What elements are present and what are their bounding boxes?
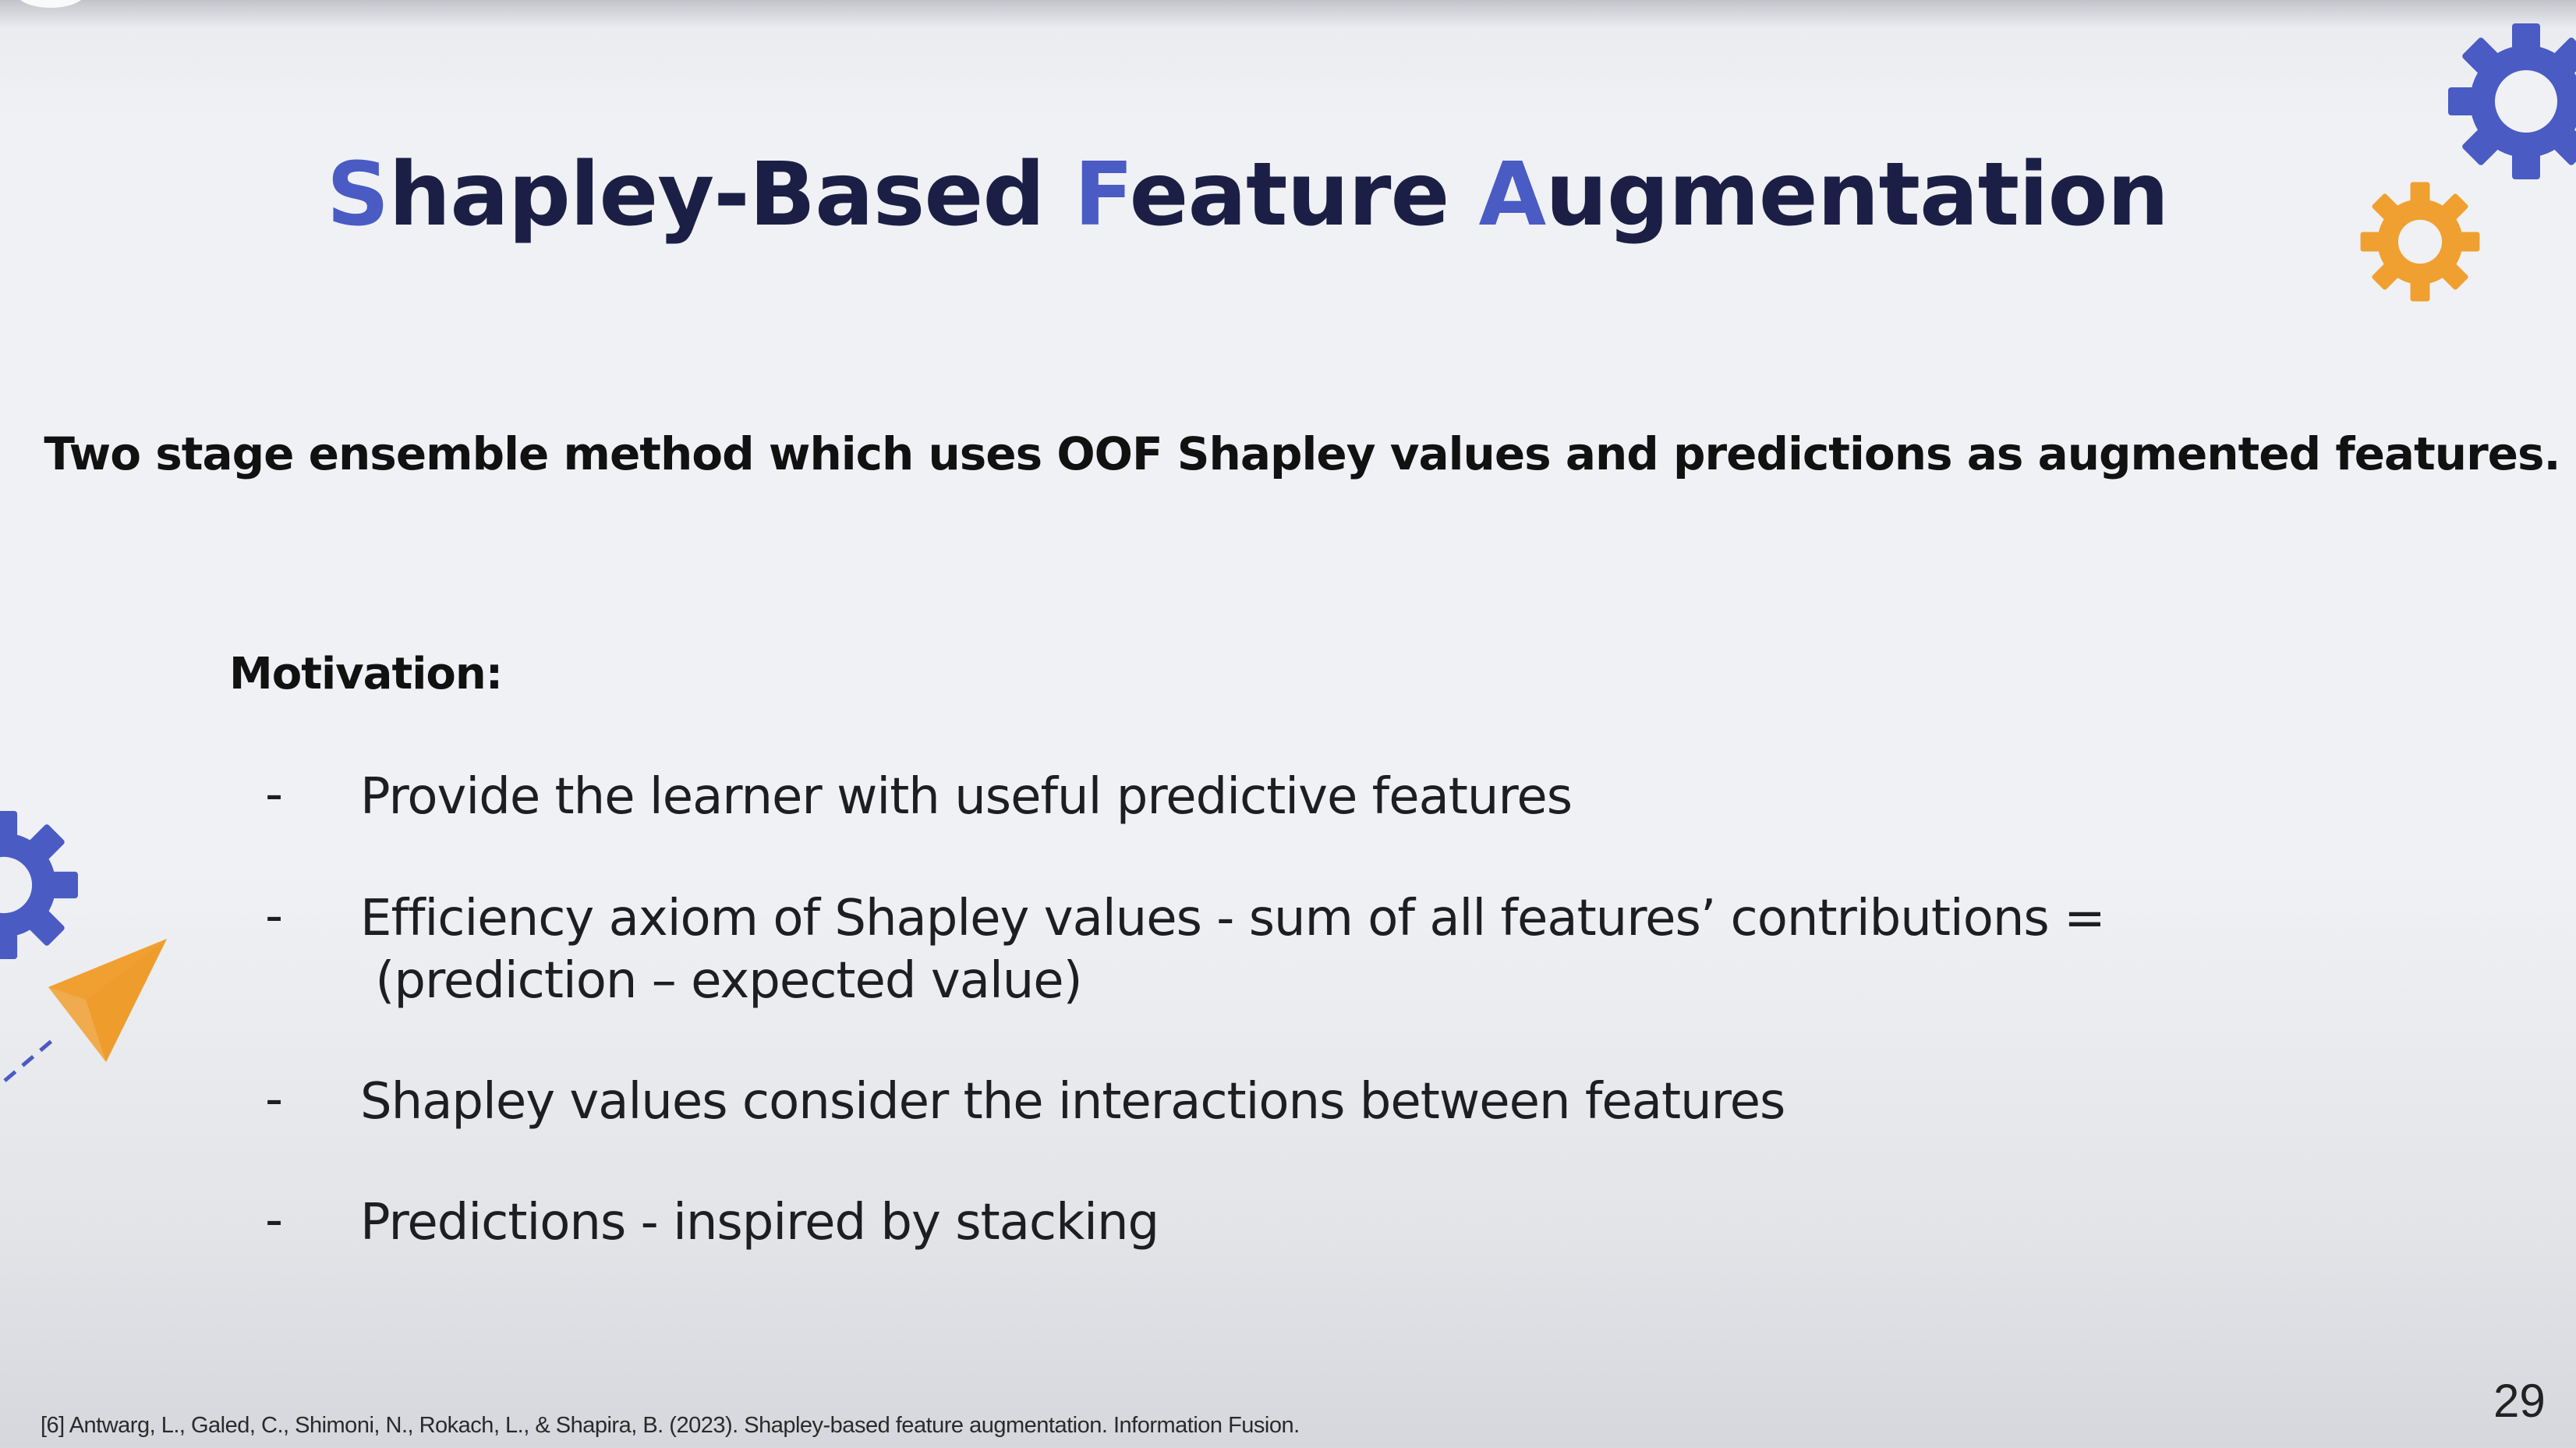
motivation-heading: Motivation: bbox=[229, 649, 503, 699]
title-part: eature bbox=[1129, 144, 1479, 246]
page-number: 29 bbox=[2493, 1375, 2546, 1427]
title-part: A bbox=[1478, 144, 1546, 246]
slide-title: Shapley-Based Feature Augmentation bbox=[0, 144, 2495, 246]
gear-icon bbox=[2448, 23, 2576, 179]
citation-footnote: [6] Antwarg, L., Galed, C., Shimoni, N.,… bbox=[41, 1413, 1300, 1438]
bullet-text-continuation: (prediction – expected value) bbox=[360, 952, 1082, 1010]
title-part: hapley-Based bbox=[388, 144, 1074, 246]
paper-plane-icon bbox=[3, 939, 167, 1082]
gear-icon bbox=[2360, 182, 2480, 302]
title-part: S bbox=[326, 144, 390, 246]
top-edge-shadow bbox=[0, 0, 2576, 28]
bullet-dash: - bbox=[265, 887, 283, 945]
bullet-text: Shapley values consider the interactions… bbox=[360, 1073, 1785, 1131]
presentation-slide: Shapley-Based Feature Augmentation Two s… bbox=[0, 0, 2576, 1448]
bullet-text: Efficiency axiom of Shapley values - sum… bbox=[360, 890, 2106, 947]
title-part: F bbox=[1074, 144, 1131, 246]
title-part: ugmentation bbox=[1545, 144, 2169, 246]
slide-subtitle: Two stage ensemble method which uses OOF… bbox=[44, 427, 2560, 480]
bullet-text: Provide the learner with useful predicti… bbox=[360, 768, 1573, 826]
bullet-dash: - bbox=[265, 766, 283, 823]
bullet-dash: - bbox=[265, 1191, 283, 1249]
bullet-dash: - bbox=[265, 1071, 283, 1128]
bullet-text: Predictions - inspired by stacking bbox=[360, 1194, 1159, 1252]
